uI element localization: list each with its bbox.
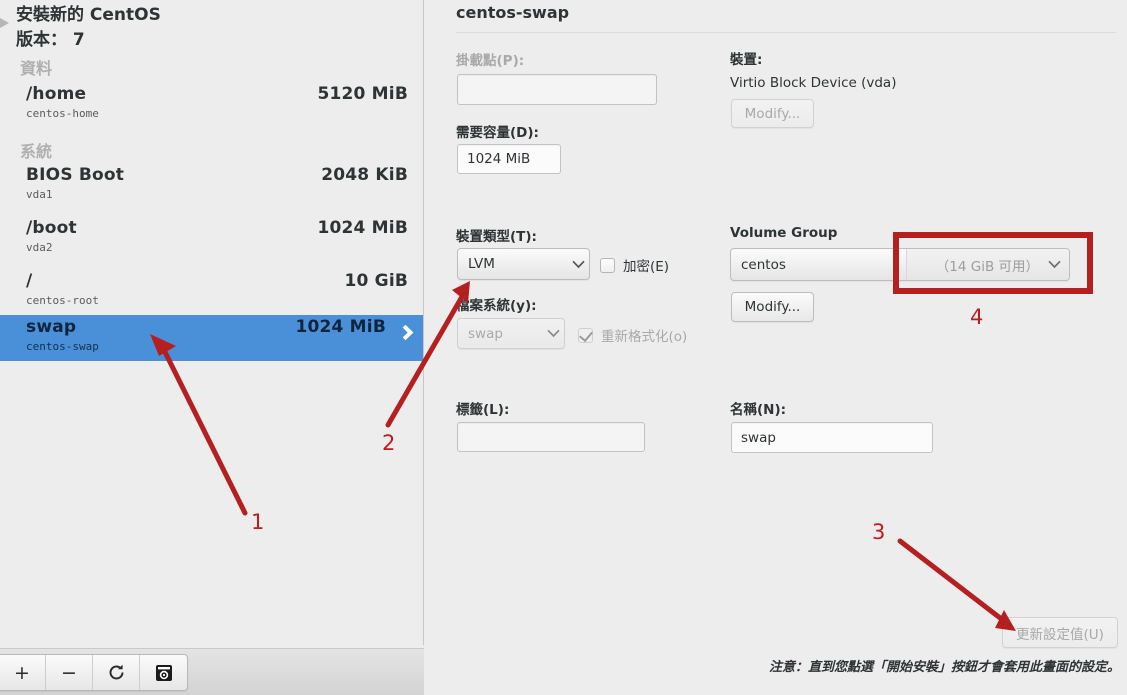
file-system-combo[interactable]: swap	[457, 318, 565, 349]
mount-point-input[interactable]	[457, 74, 657, 105]
title-divider	[456, 32, 1116, 33]
reformat-label: 重新格式化(o)	[601, 329, 688, 345]
partition-device: centos-swap	[26, 340, 99, 353]
chevron-down-icon	[567, 260, 589, 269]
volume-group-name: centos	[741, 256, 786, 273]
partition-name: BIOS Boot	[26, 165, 125, 185]
group-header-data: 資料	[20, 59, 53, 78]
label-field-input[interactable]	[457, 422, 645, 452]
toolbar-button-group: + −	[0, 654, 188, 691]
annotation-number-4: 4	[970, 305, 984, 329]
device-value: Virtio Block Device (vda)	[730, 75, 897, 91]
minus-icon: −	[61, 661, 77, 684]
plus-icon: +	[14, 661, 30, 684]
label-field-label: 標籤(L):	[456, 402, 510, 418]
update-settings-button[interactable]: 更新設定值(U)	[1002, 617, 1118, 648]
remove-partition-button[interactable]: −	[46, 655, 93, 690]
volume-group-label: Volume Group	[730, 225, 838, 241]
annotation-number-2: 2	[382, 431, 396, 455]
partition-name: /	[26, 271, 33, 291]
partition-row-home[interactable]: /home centos-home 5120 MiB	[0, 82, 423, 128]
partition-size: 1024 MiB	[317, 218, 408, 238]
encrypt-label: 加密(E)	[623, 259, 670, 275]
device-label: 裝置:	[730, 52, 763, 68]
installation-destination-screen: 安裝新的 CentOS 版本： 7 資料 /home centos-home 5…	[0, 0, 1127, 695]
partition-name: /boot	[26, 218, 77, 238]
chevron-right-icon	[397, 324, 414, 341]
partition-row-bios-boot[interactable]: BIOS Boot vda1 2048 KiB	[0, 163, 423, 209]
partition-size: 1024 MiB	[295, 317, 386, 337]
partition-list-panel: 安裝新的 CentOS 版本： 7 資料 /home centos-home 5…	[0, 0, 424, 645]
partition-row-root[interactable]: / centos-root 10 GiB	[0, 269, 423, 315]
reformat-checkbox[interactable]: 重新格式化(o)	[578, 325, 687, 345]
file-system-value: swap	[468, 325, 503, 342]
desired-capacity-label: 需要容量(D):	[456, 125, 539, 141]
partition-row-swap[interactable]: swap centos-swap 1024 MiB	[0, 315, 423, 361]
partition-device: centos-home	[26, 107, 99, 120]
checkbox-checked-icon	[578, 327, 593, 343]
annotation-number-3: 3	[872, 520, 886, 544]
add-partition-button[interactable]: +	[0, 655, 46, 690]
mount-point-label: 掛載點(P):	[456, 53, 525, 69]
partition-name: swap	[26, 317, 77, 337]
device-modify-button[interactable]: Modify...	[731, 99, 814, 128]
partition-toolbar: + −	[0, 648, 424, 695]
refresh-icon	[107, 663, 126, 682]
annotation-number-1: 1	[251, 510, 265, 534]
triangle-right-icon[interactable]	[0, 18, 9, 28]
volume-group-modify-button[interactable]: Modify...	[731, 292, 814, 322]
reset-partitions-button[interactable]	[93, 655, 140, 690]
detail-title: centos-swap	[456, 3, 570, 22]
settings-note: 注意：直到您點選「開始安裝」按鈕才會套用此畫面的設定。	[768, 660, 1120, 675]
device-type-combo[interactable]: LVM	[457, 248, 590, 280]
desired-capacity-input[interactable]: 1024 MiB	[457, 144, 561, 174]
partition-device: vda2	[26, 241, 53, 254]
annotation-box-4	[893, 232, 1093, 294]
device-type-value: LVM	[468, 256, 495, 272]
encrypt-checkbox[interactable]: 加密(E)	[600, 255, 669, 275]
chevron-down-icon	[542, 329, 564, 338]
storage-summary-button[interactable]	[140, 655, 187, 690]
file-system-label: 檔案系統(y):	[456, 298, 537, 314]
disk-summary-icon	[155, 664, 173, 682]
page-title: 安裝新的 CentOS 版本： 7	[16, 5, 161, 50]
device-type-label: 裝置類型(T):	[456, 229, 537, 245]
name-field-label: 名稱(N):	[730, 402, 787, 418]
partition-size: 2048 KiB	[321, 165, 408, 185]
checkbox-box-icon	[600, 257, 615, 273]
partition-device: centos-root	[26, 294, 99, 307]
partition-size: 10 GiB	[344, 271, 408, 291]
name-field-input[interactable]: swap	[731, 422, 933, 453]
partition-size: 5120 MiB	[317, 84, 408, 104]
partition-device: vda1	[26, 188, 53, 201]
partition-name: /home	[26, 84, 87, 104]
group-header-system: 系統	[20, 142, 53, 161]
partition-row-boot[interactable]: /boot vda2 1024 MiB	[0, 216, 423, 262]
